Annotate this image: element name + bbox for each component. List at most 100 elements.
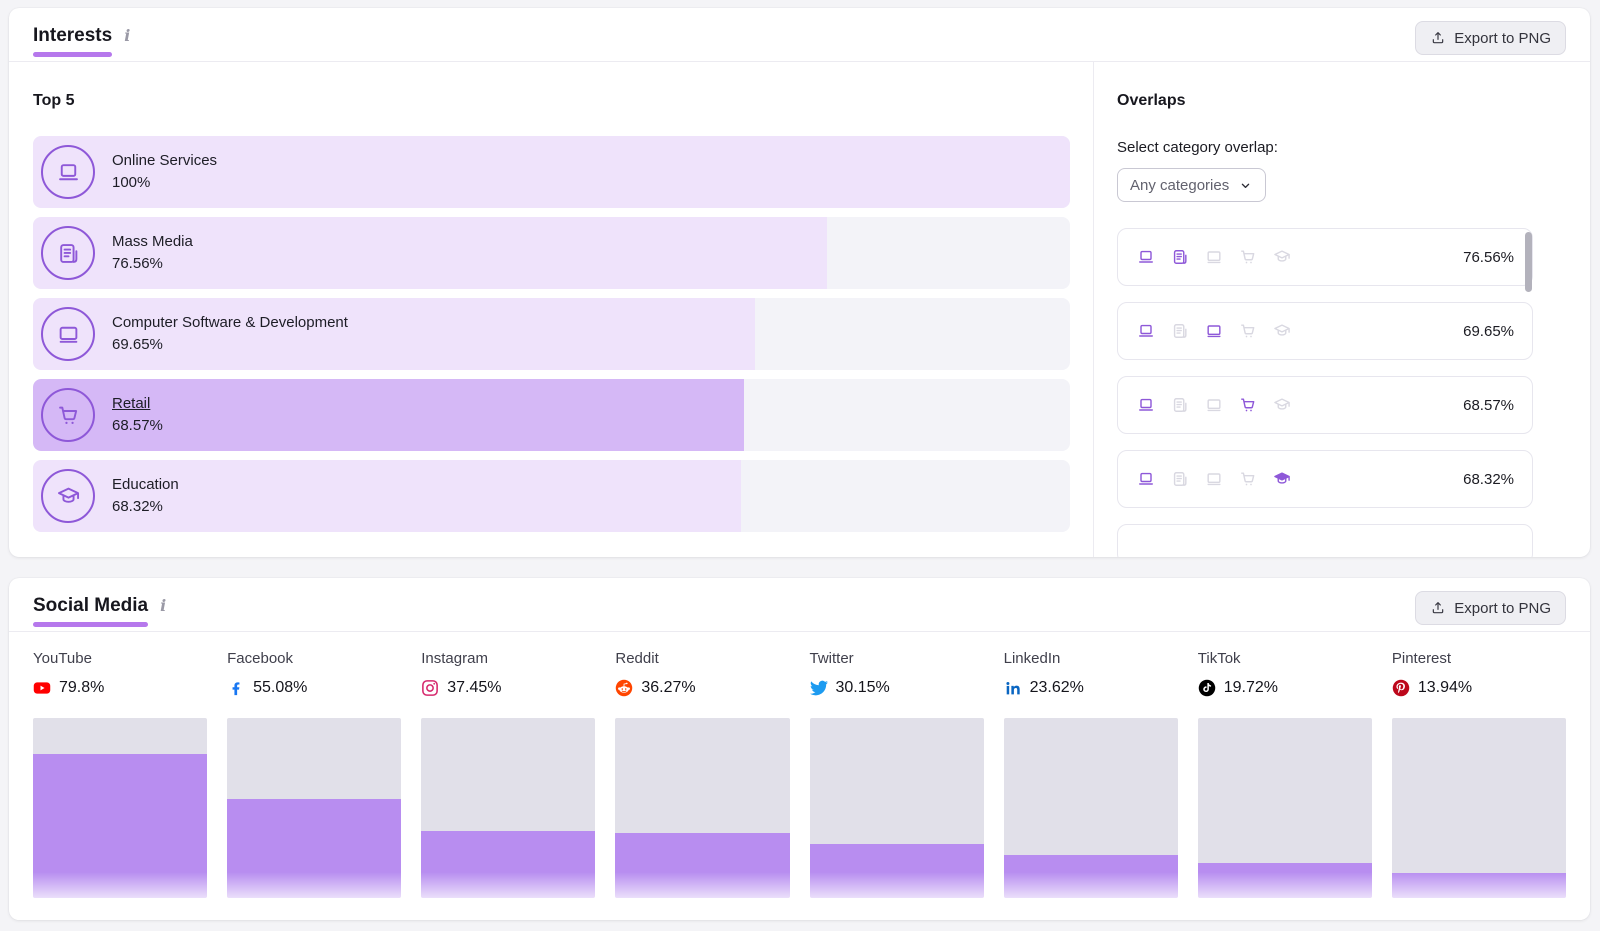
top5-row-computer-software[interactable]: Computer Software & Development 69.65% bbox=[33, 298, 1070, 370]
social-bar-chart bbox=[33, 718, 1566, 898]
platform-name: Twitter bbox=[810, 650, 984, 668]
top5-title: Top 5 bbox=[33, 92, 74, 110]
category-value: 69.65% bbox=[112, 334, 348, 356]
graduation-cap-icon bbox=[1272, 395, 1292, 415]
category-dropdown[interactable]: Any categories bbox=[1117, 168, 1266, 202]
platform-name: Pinterest bbox=[1392, 650, 1566, 668]
platform-twitter: Twitter 30.15% bbox=[810, 650, 984, 697]
scrollbar-thumb[interactable] bbox=[1525, 232, 1532, 292]
export-png-button[interactable]: Export to PNG bbox=[1415, 21, 1566, 55]
chevron-down-icon bbox=[1238, 178, 1253, 193]
platform-reddit: Reddit 36.27% bbox=[615, 650, 789, 697]
graduation-cap-icon bbox=[1272, 247, 1292, 267]
laptop-icon bbox=[1136, 469, 1156, 489]
social-header: Social Media i Export to PNG bbox=[9, 578, 1590, 632]
top5-row-education[interactable]: Education 68.32% bbox=[33, 460, 1070, 532]
platform-value: 13.94% bbox=[1418, 679, 1472, 697]
platform-name: Instagram bbox=[421, 650, 595, 668]
news-icon bbox=[1170, 247, 1190, 267]
category-name: Computer Software & Development bbox=[112, 312, 348, 334]
bar-youtube bbox=[33, 718, 207, 898]
overlap-card[interactable]: 68.57% bbox=[1117, 376, 1533, 434]
monitor-icon bbox=[1204, 247, 1224, 267]
top5-list: Online Services 100% Mass Media 76.56% bbox=[33, 136, 1070, 541]
social-platforms: YouTube 79.8% Facebook 55.08% Instagram bbox=[33, 650, 1566, 697]
news-icon bbox=[1170, 395, 1190, 415]
platform-value: 55.08% bbox=[253, 679, 307, 697]
category-value: 76.56% bbox=[112, 253, 193, 275]
social-media-card: Social Media i Export to PNG YouTube 79.… bbox=[9, 578, 1590, 920]
platform-instagram: Instagram 37.45% bbox=[421, 650, 595, 697]
overlap-card-partial[interactable] bbox=[1117, 524, 1533, 557]
reddit-icon bbox=[615, 679, 633, 697]
graduation-cap-icon bbox=[1272, 469, 1292, 489]
social-title: Social Media bbox=[33, 594, 148, 618]
platform-facebook: Facebook 55.08% bbox=[227, 650, 401, 697]
export-png-label: Export to PNG bbox=[1454, 30, 1551, 47]
overlap-value: 68.57% bbox=[1463, 397, 1514, 414]
platform-name: Reddit bbox=[615, 650, 789, 668]
interests-header: Interests i Export to PNG bbox=[9, 8, 1590, 62]
youtube-icon bbox=[33, 679, 51, 697]
laptop-icon bbox=[1136, 321, 1156, 341]
bar-fill bbox=[33, 754, 207, 898]
platform-name: TikTok bbox=[1198, 650, 1372, 668]
cart-icon bbox=[1238, 469, 1258, 489]
category-value: 100% bbox=[112, 172, 217, 194]
graduation-cap-icon bbox=[41, 469, 95, 523]
overlap-card[interactable]: 69.65% bbox=[1117, 302, 1533, 360]
bar-pinterest bbox=[1392, 718, 1566, 898]
dropdown-value: Any categories bbox=[1130, 177, 1229, 194]
cart-icon bbox=[1238, 247, 1258, 267]
category-name: Mass Media bbox=[112, 231, 193, 253]
platform-pinterest: Pinterest 13.94% bbox=[1392, 650, 1566, 697]
cart-icon bbox=[1238, 321, 1258, 341]
monitor-icon bbox=[1204, 321, 1224, 341]
overlap-card[interactable]: 68.32% bbox=[1117, 450, 1533, 508]
platform-name: Facebook bbox=[227, 650, 401, 668]
export-png-label: Export to PNG bbox=[1454, 600, 1551, 617]
news-icon bbox=[1170, 321, 1190, 341]
upload-icon bbox=[1430, 600, 1446, 616]
platform-value: 19.72% bbox=[1224, 679, 1278, 697]
tiktok-icon bbox=[1198, 679, 1216, 697]
laptop-icon bbox=[41, 145, 95, 199]
laptop-icon bbox=[1136, 395, 1156, 415]
category-name: Retail bbox=[112, 393, 163, 415]
bar-instagram bbox=[421, 718, 595, 898]
top5-row-mass-media[interactable]: Mass Media 76.56% bbox=[33, 217, 1070, 289]
bar-facebook bbox=[227, 718, 401, 898]
export-png-button[interactable]: Export to PNG bbox=[1415, 591, 1566, 625]
monitor-icon bbox=[1204, 395, 1224, 415]
top5-row-retail[interactable]: Retail 68.57% bbox=[33, 379, 1070, 451]
category-value: 68.32% bbox=[112, 496, 179, 518]
platform-tiktok: TikTok 19.72% bbox=[1198, 650, 1372, 697]
category-name: Online Services bbox=[112, 150, 217, 172]
overlap-card[interactable]: 76.56% bbox=[1117, 228, 1533, 286]
top5-row-online-services[interactable]: Online Services 100% bbox=[33, 136, 1070, 208]
bar-fill bbox=[615, 833, 789, 898]
overlaps-list: 76.56% 69.65% 68.57% bbox=[1117, 228, 1533, 557]
platform-value: 79.8% bbox=[59, 679, 104, 697]
bar-fill bbox=[421, 831, 595, 898]
interests-card: Interests i Export to PNG Top 5 Online S… bbox=[9, 8, 1590, 557]
category-name: Education bbox=[112, 474, 179, 496]
platform-linkedin: LinkedIn 23.62% bbox=[1004, 650, 1178, 697]
overlap-value: 69.65% bbox=[1463, 323, 1514, 340]
upload-icon bbox=[1430, 30, 1446, 46]
cart-icon bbox=[1238, 395, 1258, 415]
bar-linkedin bbox=[1004, 718, 1178, 898]
bar-tiktok bbox=[1198, 718, 1372, 898]
instagram-icon bbox=[421, 679, 439, 697]
monitor-icon bbox=[41, 307, 95, 361]
facebook-icon bbox=[227, 679, 245, 697]
info-icon[interactable]: i bbox=[124, 26, 130, 45]
bar-twitter bbox=[810, 718, 984, 898]
platform-name: LinkedIn bbox=[1004, 650, 1178, 668]
bar-fill bbox=[1198, 863, 1372, 898]
pinterest-icon bbox=[1392, 679, 1410, 697]
graduation-cap-icon bbox=[1272, 321, 1292, 341]
info-icon[interactable]: i bbox=[160, 596, 166, 615]
panel-divider bbox=[1093, 62, 1094, 557]
laptop-icon bbox=[1136, 247, 1156, 267]
